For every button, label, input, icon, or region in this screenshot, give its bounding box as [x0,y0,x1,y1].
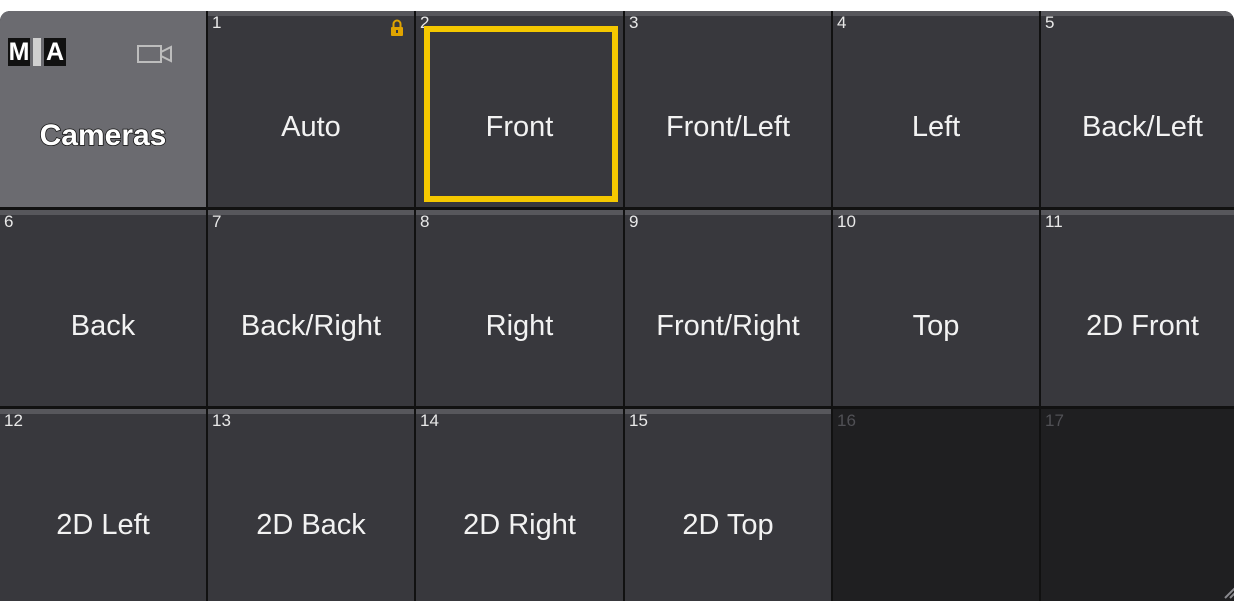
camera-button-13[interactable]: 13 2D Back [208,409,414,601]
pool-title-cell[interactable]: M A Cameras [0,11,206,207]
ma-logo: M A [8,38,66,66]
button-label: Front [485,111,554,143]
camera-button-9[interactable]: 9 Front/Right [625,210,831,406]
button-label: 2D Top [682,509,774,541]
button-label: 2D Right [463,509,576,541]
camera-button-2[interactable]: 2 Front [416,11,623,207]
button-number: 8 [420,212,430,231]
camera-button-5[interactable]: 5 Back/Left [1041,11,1234,207]
camera-button-14[interactable]: 14 2D Right [416,409,623,601]
camera-button-17-empty[interactable]: 17 [1041,409,1234,601]
camera-button-12[interactable]: 12 2D Left [0,409,206,601]
resize-grip-icon[interactable] [1220,577,1234,599]
button-label: 2D Front [1086,310,1199,342]
pool-title: Cameras [39,118,167,153]
camera-button-1[interactable]: 1 Auto [208,11,414,207]
button-label: Right [485,310,554,342]
button-label: Top [912,310,960,342]
camera-button-16-empty[interactable]: 16 [833,409,1039,601]
button-number: 4 [837,13,847,32]
button-number: 14 [420,411,439,430]
button-number: 12 [4,411,23,430]
button-number: 1 [212,13,222,32]
logo-letter-a: A [44,38,66,66]
button-label: Back [70,310,136,342]
button-number: 13 [212,411,231,430]
camera-button-3[interactable]: 3 Front/Left [625,11,831,207]
button-number: 15 [629,411,648,430]
camera-button-15[interactable]: 15 2D Top [625,409,831,601]
camera-button-6[interactable]: 6 Back [0,210,206,406]
cameras-grid: M A Cameras 1 Auto 2 Front 3 Front/Left … [0,11,1234,601]
button-label: Left [911,111,961,143]
button-number: 3 [629,13,639,32]
button-label: Front/Right [656,310,800,342]
lock-icon [391,19,403,36]
camera-button-10[interactable]: 10 Top [833,210,1039,406]
logo-divider [33,38,41,66]
button-label: Front/Left [665,111,791,143]
cameras-pool-window: M A Cameras 1 Auto 2 Front 3 Front/Left … [0,11,1234,601]
button-number: 10 [837,212,856,231]
button-label: 2D Back [256,509,366,541]
button-number: 5 [1045,13,1055,32]
button-label: Auto [281,111,341,143]
camera-button-7[interactable]: 7 Back/Right [208,210,414,406]
button-number: 7 [212,212,222,231]
button-number: 9 [629,212,639,231]
button-number: 2 [420,13,430,32]
button-label: 2D Left [56,509,150,541]
button-label: Back/Right [240,310,382,342]
camera-button-8[interactable]: 8 Right [416,210,623,406]
button-number: 16 [837,411,856,430]
button-label: Back/Left [1082,111,1203,143]
button-number: 17 [1045,411,1064,430]
button-number: 11 [1045,212,1063,231]
logo-letter-m: M [8,38,30,66]
camera-button-11[interactable]: 11 2D Front [1041,210,1234,406]
camera-button-4[interactable]: 4 Left [833,11,1039,207]
camera-icon [137,45,172,63]
button-number: 6 [4,212,14,231]
